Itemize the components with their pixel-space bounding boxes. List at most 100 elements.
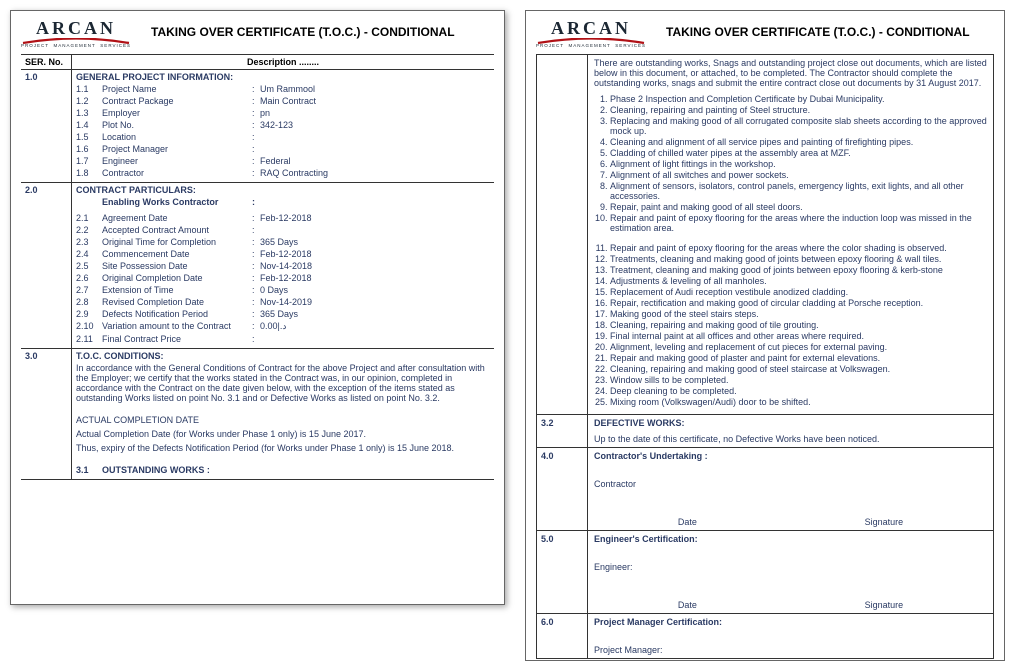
field-value: 342-123 — [260, 120, 490, 130]
page-2-header: ARCAN PROJECT MANAGEMENT SERVICES TAKING… — [536, 19, 994, 48]
field-value — [260, 144, 490, 154]
field-label: Site Possession Date — [102, 261, 252, 271]
field-label: Contract Package — [102, 96, 252, 106]
section-1-ser: 1.0 — [21, 70, 72, 183]
section-1-row: 1.0 GENERAL PROJECT INFORMATION: 1.1Proj… — [21, 70, 494, 183]
field-num: 2.1 — [76, 213, 102, 223]
field-num: 1.5 — [76, 132, 102, 142]
list-item: Treatments, cleaning and making good of … — [610, 254, 987, 264]
field-row: 2.3Original Time for Completion:365 Days — [76, 237, 490, 247]
list-item: Alignment of light fittings in the works… — [610, 159, 987, 169]
certificate-table: SER. No. Description ........ 1.0 GENERA… — [21, 54, 494, 480]
pm-role-label: Project Manager: — [594, 645, 987, 655]
list-item: Making good of the steel stairs steps. — [610, 309, 987, 319]
list-item: Treatment, cleaning and making good of j… — [610, 265, 987, 275]
field-label: Employer — [102, 108, 252, 118]
field-row: 1.1Project Name:Um Rammool — [76, 84, 490, 94]
section-4-0-title: Contractor's Undertaking : — [594, 451, 987, 461]
field-num: 1.2 — [76, 96, 102, 106]
outstanding-intro: There are outstanding works, Snags and o… — [594, 58, 987, 88]
outstanding-works-row: There are outstanding works, Snags and o… — [537, 55, 993, 414]
section-6-0-title: Project Manager Certification: — [594, 617, 987, 627]
field-row: 2.11Final Contract Price: — [76, 334, 490, 344]
document-pages: ARCAN PROJECT MANAGEMENT SERVICES TAKING… — [10, 10, 1014, 661]
field-label: Final Contract Price — [102, 334, 252, 344]
field-label: Engineer — [102, 156, 252, 166]
field-label: Agreement Date — [102, 213, 252, 223]
field-label: Defects Notification Period — [102, 309, 252, 319]
field-value: Nov-14-2019 — [260, 297, 490, 307]
logo-arc-icon — [536, 38, 646, 42]
engineer-role-label: Engineer: — [594, 562, 987, 572]
field-value — [260, 334, 490, 344]
section-3-ser: 3.0 — [21, 349, 72, 480]
field-row: 2.6Original Completion Date:Feb-12-2018 — [76, 273, 490, 283]
field-label: Location — [102, 132, 252, 142]
field-label: Revised Completion Date — [102, 297, 252, 307]
field-label: Commencement Date — [102, 249, 252, 259]
logo-text: ARCAN — [536, 19, 646, 37]
defective-works-text: Up to the date of this certificate, no D… — [594, 434, 987, 444]
field-label: Plot No. — [102, 120, 252, 130]
field-value: 0 Days — [260, 285, 490, 295]
field-value: Feb-12-2018 — [260, 273, 490, 283]
field-value: Nov-14-2018 — [260, 261, 490, 271]
field-label: Extension of Time — [102, 285, 252, 295]
list-item: Repair and making good of plaster and pa… — [610, 353, 987, 363]
actual-completion-line-2: Thus, expiry of the Defects Notification… — [76, 441, 490, 455]
list-item: Deep cleaning to be completed. — [610, 386, 987, 396]
field-row: 1.3Employer:pn — [76, 108, 490, 118]
list-item: Repair and paint of epoxy flooring for t… — [610, 243, 987, 253]
section-3-body: T.O.C. CONDITIONS: In accordance with th… — [72, 349, 495, 480]
field-row: 2.1Agreement Date:Feb-12-2018 — [76, 213, 490, 223]
section-4-0-body: Contractor's Undertaking : Contractor Da… — [588, 448, 993, 530]
section-2-ser: 2.0 — [21, 183, 72, 349]
field-value: Feb-12-2018 — [260, 213, 490, 223]
list-item: Cleaning, repairing and making good of s… — [610, 364, 987, 374]
field-num: 2.2 — [76, 225, 102, 235]
field-row: 2.2Accepted Contract Amount: — [76, 225, 490, 235]
list-item: Adjustments & leveling of all manholes. — [610, 276, 987, 286]
page-1: ARCAN PROJECT MANAGEMENT SERVICES TAKING… — [10, 10, 505, 605]
section-5-0-title: Engineer's Certification: — [594, 534, 987, 544]
table-header-row: SER. No. Description ........ — [21, 55, 494, 70]
field-num: 2.3 — [76, 237, 102, 247]
section-2-title: CONTRACT PARTICULARS: — [76, 185, 490, 195]
section-4-0-row: 4.0 Contractor's Undertaking : Contracto… — [537, 447, 993, 530]
field-value: Federal — [260, 156, 490, 166]
list-item: Repair and paint of epoxy flooring for t… — [610, 213, 987, 233]
actual-completion-line-1: Actual Completion Date (for Works under … — [76, 427, 490, 441]
outstanding-works-ser — [537, 55, 588, 414]
list-item: Repair, paint and making good of all ste… — [610, 202, 987, 212]
col-ser-header: SER. No. — [21, 55, 72, 70]
field-num: 2.7 — [76, 285, 102, 295]
field-num: 1.3 — [76, 108, 102, 118]
field-label: Original Time for Completion — [102, 237, 252, 247]
field-row: 2.9Defects Notification Period:365 Days — [76, 309, 490, 319]
field-num: 2.9 — [76, 309, 102, 319]
arcan-logo: ARCAN PROJECT MANAGEMENT SERVICES — [21, 19, 131, 48]
list-item: Cleaning and alignment of all service pi… — [610, 137, 987, 147]
field-row: 2.7Extension of Time:0 Days — [76, 285, 490, 295]
field-label: Accepted Contract Amount — [102, 225, 252, 235]
section-3-2-ser: 3.2 — [537, 415, 588, 447]
field-label: Project Manager — [102, 144, 252, 154]
field-row: 1.4Plot No.:342-123 — [76, 120, 490, 130]
page-2: ARCAN PROJECT MANAGEMENT SERVICES TAKING… — [525, 10, 1005, 661]
field-num: 1.1 — [76, 84, 102, 94]
field-row: 1.8Contractor:RAQ Contracting — [76, 168, 490, 178]
section-3-2-row: 3.2 DEFECTIVE WORKS: Up to the date of t… — [537, 414, 993, 447]
outstanding-works-body: There are outstanding works, Snags and o… — [588, 55, 993, 414]
field-row: 1.5Location: — [76, 132, 490, 142]
field-num: 2.8 — [76, 297, 102, 307]
field-value: pn — [260, 108, 490, 118]
outstanding-works-list: Phase 2 Inspection and Completion Certif… — [594, 94, 987, 407]
signature-label: Signature — [865, 517, 904, 527]
field-num: 2.6 — [76, 273, 102, 283]
list-item: Cleaning, repairing and making good of t… — [610, 320, 987, 330]
field-value — [260, 132, 490, 142]
section-3-1-title: OUTSTANDING WORKS : — [102, 465, 210, 475]
field-value: 365 Days — [260, 237, 490, 247]
section-2-body: CONTRACT PARTICULARS: Enabling Works Con… — [72, 183, 495, 349]
field-label: Contractor — [102, 168, 252, 178]
